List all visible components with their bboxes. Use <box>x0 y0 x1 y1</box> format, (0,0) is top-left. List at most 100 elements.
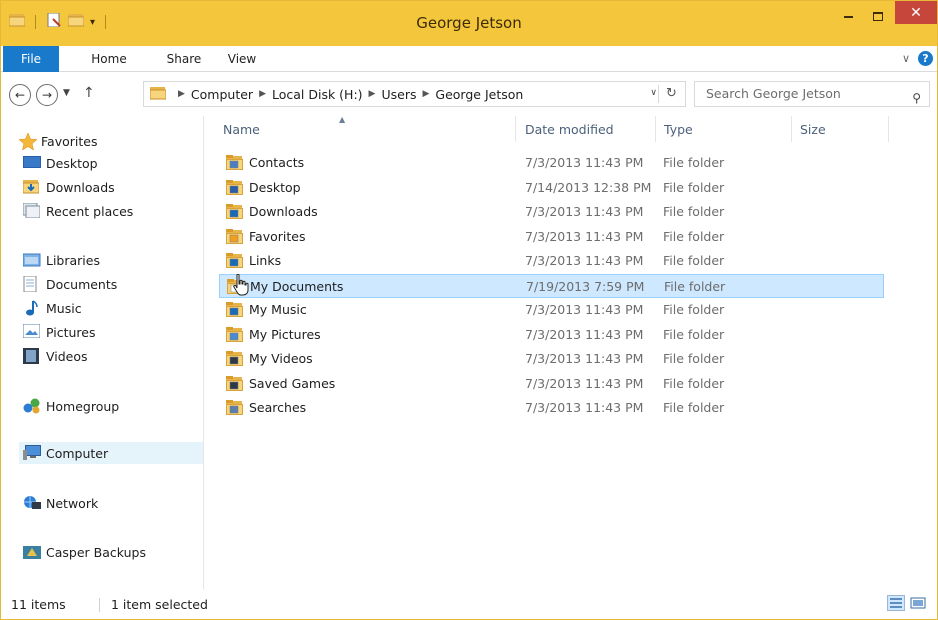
file-date-modified: 7/14/2013 12:38 PM <box>525 179 652 195</box>
title-bar: ▾ George Jetson ✕ <box>1 1 937 46</box>
file-date-modified: 7/3/2013 11:43 PM <box>525 400 644 415</box>
address-bar[interactable]: ▶ Computer ▶ Local Disk (H:) ▶ Users ▶ G… <box>143 81 686 107</box>
nav-casper-backups[interactable]: Casper Backups <box>23 541 146 563</box>
column-type[interactable]: Type <box>664 122 693 137</box>
nav-music[interactable]: Music <box>23 297 82 319</box>
details-view-button[interactable] <box>887 595 905 611</box>
ribbon-controls: ∨ ? <box>902 51 933 66</box>
nav-homegroup[interactable]: Homegroup <box>23 395 119 417</box>
file-row[interactable]: My Pictures 7/3/2013 11:43 PM File folder <box>219 323 884 347</box>
breadcrumb-chevron-icon[interactable]: ▶ <box>178 89 185 99</box>
file-name: My Music <box>249 302 307 317</box>
documents-icon <box>23 275 41 293</box>
file-name: My Pictures <box>249 326 321 342</box>
address-dropdown-icon[interactable]: ∨ <box>650 88 657 98</box>
breadcrumb-chevron-icon[interactable]: ▶ <box>369 89 376 99</box>
file-type: File folder <box>663 228 725 244</box>
explorer-window: ▾ George Jetson ✕ File Home Share View ∨… <box>0 0 938 620</box>
nav-computer[interactable]: Computer <box>19 442 203 464</box>
back-arrow-icon: ← <box>14 88 26 102</box>
tab-file[interactable]: File <box>3 46 59 72</box>
downloads-folder-icon <box>226 204 243 219</box>
casper-backups-icon <box>23 544 41 560</box>
videos-folder-icon <box>226 351 243 366</box>
network-icon <box>23 495 41 511</box>
file-row[interactable]: Saved Games 7/3/2013 11:43 PM File folder <box>219 372 884 396</box>
file-row[interactable]: Downloads 7/3/2013 11:43 PM File folder <box>219 200 884 224</box>
close-button[interactable]: ✕ <box>895 1 937 24</box>
file-type: File folder <box>663 400 725 415</box>
column-divider[interactable] <box>515 116 516 142</box>
search-icon[interactable]: ⚲ <box>912 86 921 110</box>
minimize-icon <box>843 16 853 18</box>
file-type: File folder <box>663 375 725 391</box>
tab-share[interactable]: Share <box>159 46 209 72</box>
nav-downloads[interactable]: Downloads <box>22 176 115 198</box>
file-type: File folder <box>663 326 725 342</box>
nav-casper-backups-label: Casper Backups <box>46 544 146 560</box>
file-name: My Videos <box>249 351 313 366</box>
file-row[interactable]: Favorites 7/3/2013 11:43 PM File folder <box>219 225 884 249</box>
nav-network[interactable]: Network <box>23 492 98 514</box>
pictures-icon <box>22 323 41 340</box>
file-type: File folder <box>664 278 726 294</box>
nav-documents[interactable]: Documents <box>23 273 117 295</box>
recent-locations-icon[interactable]: ▼ <box>63 88 70 98</box>
file-row[interactable]: My Videos 7/3/2013 11:43 PM File folder <box>219 347 884 371</box>
file-row[interactable]: My Documents 7/19/2013 7:59 PM File folder <box>219 273 884 298</box>
nav-recent-places[interactable]: Recent places <box>22 200 133 222</box>
contacts-folder-icon <box>226 155 243 170</box>
large-icons-view-button[interactable] <box>909 595 927 611</box>
column-date-modified[interactable]: Date modified <box>525 122 614 137</box>
pictures-folder-icon <box>226 326 243 342</box>
file-date-modified: 7/3/2013 11:43 PM <box>525 155 644 170</box>
breadcrumb-computer[interactable]: Computer <box>191 87 253 102</box>
file-row[interactable]: Links 7/3/2013 11:43 PM File folder <box>219 249 884 273</box>
file-row[interactable]: Searches 7/3/2013 11:43 PM File folder <box>219 396 884 420</box>
file-row[interactable]: Contacts 7/3/2013 11:43 PM File folder <box>219 151 884 175</box>
navigation-bar: ← → ▼ ↑ ▶ Computer ▶ Local Disk (H:) ▶ U… <box>1 72 937 116</box>
music-icon <box>23 300 41 316</box>
forward-button[interactable]: → <box>36 84 58 106</box>
column-name[interactable]: Name <box>223 122 260 137</box>
breadcrumb-chevron-icon[interactable]: ▶ <box>422 89 429 99</box>
maximize-icon <box>873 11 883 21</box>
links-folder-icon <box>226 253 243 268</box>
file-name: Saved Games <box>249 375 336 391</box>
desktop-folder-icon <box>226 179 243 195</box>
file-date-modified: 7/19/2013 7:59 PM <box>526 278 645 294</box>
column-divider[interactable] <box>655 116 656 142</box>
minimize-button[interactable] <box>833 1 863 31</box>
search-input[interactable]: Search George Jetson ⚲ <box>694 81 930 107</box>
nav-pictures[interactable]: Pictures <box>22 321 96 343</box>
file-row[interactable]: My Music 7/3/2013 11:43 PM File folder <box>219 298 884 322</box>
nav-libraries[interactable]: Libraries <box>22 249 100 271</box>
refresh-icon[interactable]: ↻ <box>658 85 684 103</box>
nav-videos[interactable]: Videos <box>23 345 88 367</box>
nav-homegroup-label: Homegroup <box>46 398 120 414</box>
status-bar: 11 items 1 item selected <box>1 590 937 619</box>
large-icons-view-icon <box>910 597 926 609</box>
column-size[interactable]: Size <box>800 122 826 137</box>
breadcrumb-george-jetson[interactable]: George Jetson <box>435 87 523 102</box>
breadcrumb-chevron-icon[interactable]: ▶ <box>259 89 266 99</box>
expand-ribbon-icon[interactable]: ∨ <box>902 52 910 65</box>
column-divider[interactable] <box>791 116 792 142</box>
nav-favorites[interactable]: Favorites <box>18 130 97 152</box>
nav-desktop[interactable]: Desktop <box>23 152 98 174</box>
up-arrow-icon[interactable]: ↑ <box>83 85 95 101</box>
videos-icon <box>23 348 41 364</box>
breadcrumb-users[interactable]: Users <box>381 87 416 102</box>
tab-view[interactable]: View <box>219 46 265 72</box>
searches-folder-icon <box>226 400 243 415</box>
file-name: My Documents <box>250 278 344 294</box>
tab-home[interactable]: Home <box>84 46 134 72</box>
file-date-modified: 7/3/2013 11:43 PM <box>525 326 644 342</box>
column-divider[interactable] <box>888 116 889 142</box>
selection-count: 1 item selected <box>111 597 208 612</box>
breadcrumb-local-disk[interactable]: Local Disk (H:) <box>272 87 363 102</box>
file-row[interactable]: Desktop 7/14/2013 12:38 PM File folder <box>219 176 884 200</box>
back-button[interactable]: ← <box>9 84 31 106</box>
maximize-button[interactable] <box>863 1 893 31</box>
help-icon[interactable]: ? <box>918 51 933 66</box>
